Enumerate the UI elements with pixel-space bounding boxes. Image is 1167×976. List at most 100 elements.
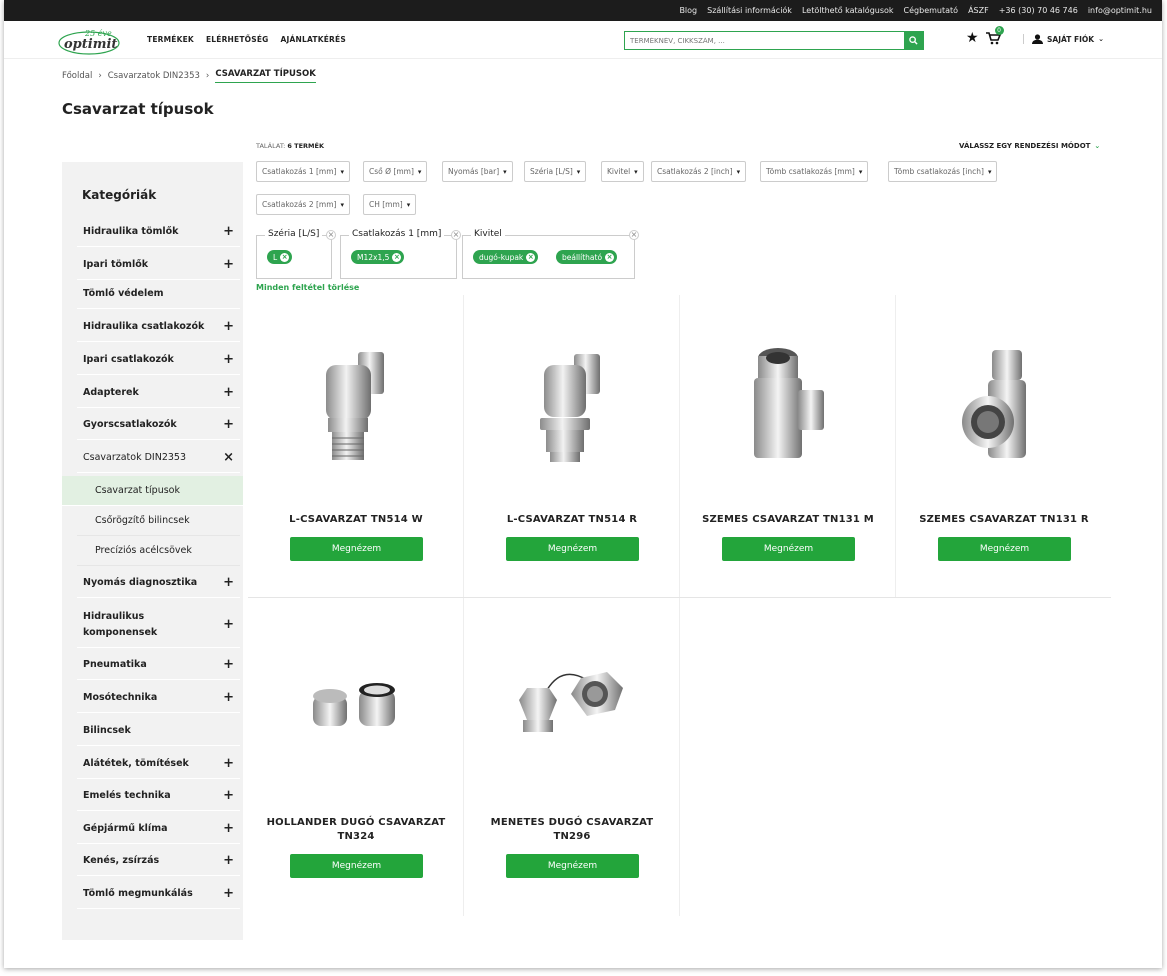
product-name[interactable]: HOLLANDER DUGÓ CSAVARZAT TN324 (256, 816, 456, 844)
tag-close-icon[interactable]: × (392, 252, 402, 262)
tag-close-icon[interactable]: × (280, 252, 290, 262)
sidebar-item-bilincsek[interactable]: Bilincsek (77, 716, 240, 746)
sidebar-item-gepjarmu-klima[interactable]: Gépjármű klíma + (77, 814, 240, 844)
plus-icon[interactable]: + (223, 417, 234, 432)
close-icon[interactable]: × (223, 450, 234, 465)
plus-icon[interactable]: + (223, 853, 234, 868)
active-filter-tag[interactable]: dugó-kupak × (473, 250, 539, 264)
sidebar-item-nyomas-diagnosztika[interactable]: Nyomás diagnosztika + (77, 568, 240, 598)
product-name[interactable]: SZEMES CSAVARZAT TN131 M (688, 513, 888, 527)
plus-icon[interactable]: + (223, 575, 234, 590)
nav-quote[interactable]: AJÁNLATKÉRÉS (281, 35, 346, 44)
sidebar-item-csavarzatok-din2353[interactable]: Csavarzatok DIN2353 × (77, 443, 240, 473)
product-card[interactable]: SZEMES CSAVARZAT TN131 M Megnézem (680, 295, 896, 597)
plus-icon[interactable]: + (223, 886, 234, 901)
filter-kivitel[interactable]: Kivitel ▾ (601, 161, 644, 182)
sidebar-item-gyorscsatlakozok[interactable]: Gyorscsatlakozók + (77, 410, 240, 440)
filter-tomb-csatlakozas-inch[interactable]: Tömb csatlakozás [inch] ▾ (888, 161, 998, 182)
plus-icon[interactable]: + (223, 224, 234, 239)
filter-szeria[interactable]: Széria [L/S] ▾ (524, 161, 587, 182)
sidebar-item-pneumatika[interactable]: Pneumatika + (77, 650, 240, 680)
plus-icon[interactable]: + (223, 756, 234, 771)
sidebar-item-tomlo-megmunkalas[interactable]: Tömlő megmunkálás + (77, 879, 240, 909)
sidebar-item-hidraulika-tomlok[interactable]: Hidraulika tömlők + (77, 217, 240, 247)
sidebar-item-emeles-technika[interactable]: Emelés technika + (77, 781, 240, 811)
plus-icon[interactable]: + (223, 257, 234, 272)
filter-csatlakozas-2-mm[interactable]: Csatlakozás 2 [mm] ▾ (256, 194, 350, 215)
product-image[interactable] (464, 340, 680, 470)
topbar-link-blog[interactable]: Blog (679, 6, 697, 15)
nav-contact[interactable]: ELÉRHETŐSÉG (206, 35, 269, 44)
breadcrumb-home[interactable]: Főoldal (62, 71, 92, 81)
sidebar-item-adapterek[interactable]: Adapterek + (77, 378, 240, 408)
filter-csatlakozas-1[interactable]: Csatlakozás 1 [mm] ▾ (256, 161, 350, 182)
filter-nyomas[interactable]: Nyomás [bar] ▾ (442, 161, 513, 182)
view-product-button[interactable]: Megnézem (290, 854, 423, 878)
plus-icon[interactable]: + (223, 617, 234, 633)
active-filter-tag[interactable]: L × (267, 250, 293, 264)
sidebar-item-precizios-acelcsovek[interactable]: Precíziós acélcsövek (77, 536, 240, 566)
filter-tomb-csatlakozas-mm[interactable]: Tömb csatlakozás [mm] ▾ (760, 161, 869, 182)
product-image[interactable] (248, 340, 464, 470)
search-input[interactable] (625, 32, 904, 49)
breadcrumb-category[interactable]: Csavarzatok DIN2353 (108, 71, 200, 81)
cart-button[interactable]: 0 (985, 26, 1004, 46)
plus-icon[interactable]: + (223, 657, 234, 672)
product-image[interactable] (896, 340, 1112, 470)
active-filter-tag[interactable]: M12x1,5 × (351, 250, 405, 264)
product-card[interactable]: L-CSAVARZAT TN514 R Megnézem (464, 295, 680, 597)
sidebar-item-kenes-zsirzas[interactable]: Kenés, zsírzás + (77, 846, 240, 876)
remove-filter-group-icon[interactable]: × (451, 230, 461, 240)
product-card[interactable]: MENETES DUGÓ CSAVARZAT TN296 Megnézem (464, 598, 680, 916)
sort-dropdown[interactable]: VÁLASSZ EGY RENDEZÉSI MÓDOT ⌄ (959, 142, 1100, 150)
topbar-link-company[interactable]: Cégbemutató (904, 6, 959, 15)
sidebar-item-csavarzat-tipusok[interactable]: Csavarzat típusok (62, 476, 243, 506)
product-name[interactable]: L-CSAVARZAT TN514 R (472, 513, 672, 527)
clear-all-filters-link[interactable]: Minden feltétel törlése (256, 283, 359, 292)
sidebar-item-hidraulikus-komponensek[interactable]: Hidraulikus komponensek + (77, 602, 240, 648)
sidebar-item-hidraulika-csatlakozok[interactable]: Hidraulika csatlakozók + (77, 312, 240, 342)
filter-ch[interactable]: CH [mm] ▾ (363, 194, 417, 215)
product-name[interactable]: MENETES DUGÓ CSAVARZAT TN296 (472, 816, 672, 844)
remove-filter-group-icon[interactable]: × (326, 230, 336, 240)
topbar-link-catalogs[interactable]: Letölthető katalógusok (802, 6, 894, 15)
plus-icon[interactable]: + (223, 319, 234, 334)
active-filter-tag[interactable]: beállítható × (556, 250, 618, 264)
sidebar-item-mosotechnika[interactable]: Mosótechnika + (77, 683, 240, 713)
product-image[interactable] (248, 678, 464, 738)
optimit-logo[interactable]: 25 éve optimit (58, 26, 120, 56)
topbar-link-phone[interactable]: +36 (30) 70 46 746 (999, 6, 1078, 15)
product-name[interactable]: L-CSAVARZAT TN514 W (256, 513, 456, 527)
product-image[interactable] (680, 340, 896, 470)
view-product-button[interactable]: Megnézem (506, 854, 639, 878)
plus-icon[interactable]: + (223, 385, 234, 400)
view-product-button[interactable]: Megnézem (506, 537, 639, 561)
product-card[interactable]: L-CSAVARZAT TN514 W Megnézem (248, 295, 464, 597)
sidebar-item-csorogzito-bilincsek[interactable]: Csőrögzítő bilincsek (77, 506, 240, 536)
product-name[interactable]: SZEMES CSAVARZAT TN131 R (904, 513, 1104, 527)
plus-icon[interactable]: + (223, 788, 234, 803)
view-product-button[interactable]: Megnézem (938, 537, 1071, 561)
favorites-star-icon[interactable]: ★ (966, 30, 979, 46)
plus-icon[interactable]: + (223, 690, 234, 705)
sidebar-item-ipari-csatlakozok[interactable]: Ipari csatlakozók + (77, 345, 240, 375)
plus-icon[interactable]: + (223, 352, 234, 367)
filter-cso-atmero[interactable]: Cső Ø [mm] ▾ (363, 161, 428, 182)
sidebar-item-tomlo-vedelem[interactable]: Tömlő védelem (77, 279, 240, 309)
sidebar-item-alatetek-tomitesek[interactable]: Alátétek, tömítések + (77, 749, 240, 779)
product-card[interactable]: SZEMES CSAVARZAT TN131 R Megnézem (896, 295, 1112, 597)
remove-filter-group-icon[interactable]: × (629, 230, 639, 240)
product-card[interactable]: HOLLANDER DUGÓ CSAVARZAT TN324 Megnézem (248, 598, 464, 916)
product-image[interactable] (464, 660, 680, 740)
nav-products[interactable]: TERMÉKEK (147, 35, 194, 44)
sidebar-item-ipari-tomlok[interactable]: Ipari tömlők + (77, 250, 240, 280)
view-product-button[interactable]: Megnézem (722, 537, 855, 561)
topbar-link-terms[interactable]: ÁSZF (968, 6, 989, 15)
search-button[interactable] (904, 32, 923, 49)
tag-close-icon[interactable]: × (605, 252, 615, 262)
topbar-link-shipping[interactable]: Szállítási információk (707, 6, 792, 15)
account-menu[interactable]: SAJÁT FIÓK ⌄ (1023, 34, 1104, 44)
tag-close-icon[interactable]: × (526, 252, 536, 262)
topbar-link-email[interactable]: info@optimit.hu (1088, 6, 1152, 15)
plus-icon[interactable]: + (223, 821, 234, 836)
